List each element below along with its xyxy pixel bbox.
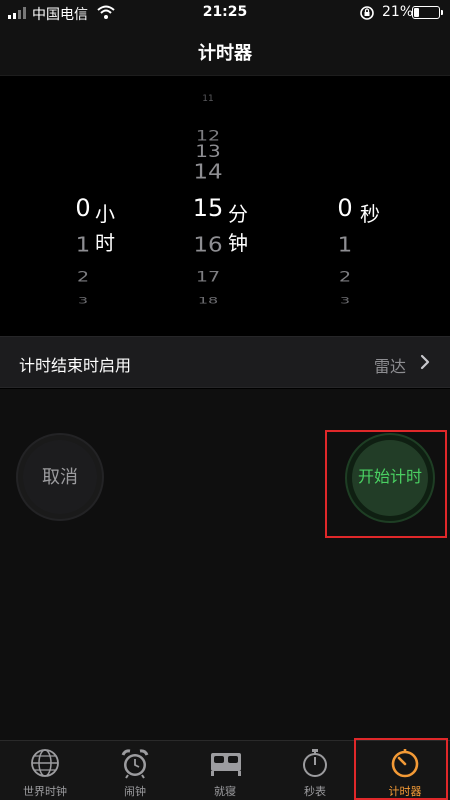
minutes-selected: 15 (192, 194, 224, 222)
minutes-option[interactable]: 16 (188, 233, 228, 256)
tab-label: 闹钟 (124, 785, 146, 798)
hours-option[interactable]: 3 (63, 295, 103, 305)
battery-percent: 21% (382, 4, 414, 20)
tab-label: 世界时钟 (23, 785, 67, 798)
seconds-option[interactable]: 1 (325, 233, 365, 256)
minutes-option[interactable]: 17 (188, 269, 228, 286)
status-bar: 中国电信 21:25 21% (0, 0, 450, 26)
hours-unit-label: 小时 (95, 202, 115, 255)
tab-bedtime[interactable]: 就寝 (180, 741, 270, 800)
when-timer-ends-row[interactable]: 计时结束时启用 雷达 (0, 336, 450, 388)
minutes-option[interactable]: 11 (188, 94, 228, 104)
minutes-unit-label: 分钟 (228, 202, 248, 255)
seconds-selected: 0 (337, 194, 353, 222)
duration-picker[interactable]: 0 1 2 3 小时 11 12 13 14 15 16 17 18 分钟 0 … (0, 77, 450, 335)
seconds-option[interactable]: 2 (325, 269, 365, 286)
minutes-option[interactable]: 13 (188, 141, 228, 161)
sound-value: 雷达 (374, 357, 407, 376)
tab-alarm[interactable]: 闹钟 (90, 741, 180, 800)
navigation-bar: 计时器 (0, 26, 450, 76)
tab-label: 秒表 (304, 785, 326, 798)
chevron-right-icon (420, 354, 430, 370)
tab-world-clock[interactable]: 世界时钟 (0, 741, 90, 800)
minutes-option[interactable]: 14 (188, 160, 228, 183)
cancel-button[interactable]: 取消 (23, 440, 97, 514)
cancel-button-ring: 取消 (16, 433, 104, 521)
hours-option[interactable]: 2 (63, 269, 103, 286)
alarm-clock-icon (121, 749, 149, 779)
when-timer-ends-label: 计时结束时启用 (19, 356, 132, 375)
orientation-lock-icon (360, 6, 374, 20)
seconds-unit-label: 秒 (360, 202, 380, 226)
stopwatch-icon (303, 749, 327, 777)
controls-area: 取消 开始计时 (0, 389, 450, 740)
globe-icon (31, 749, 59, 777)
page-title: 计时器 (198, 43, 252, 64)
bed-icon (211, 753, 241, 776)
tab-stopwatch[interactable]: 秒表 (270, 741, 360, 800)
seconds-option[interactable]: 3 (325, 295, 365, 305)
minutes-option[interactable]: 18 (188, 295, 228, 305)
timer-tab-highlight-box (354, 738, 448, 800)
tab-label: 就寝 (214, 785, 236, 798)
start-button-highlight-box (325, 430, 447, 538)
battery-icon (412, 6, 443, 19)
